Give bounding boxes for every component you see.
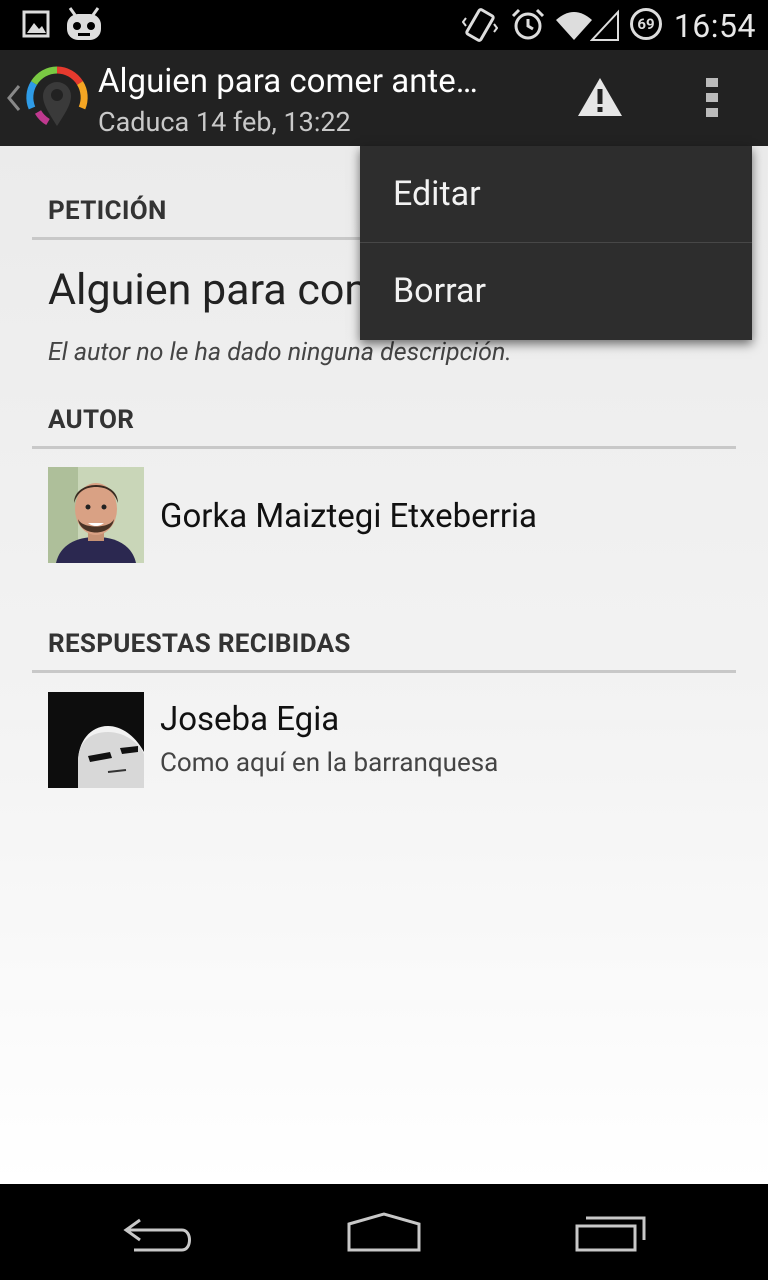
author-avatar [48,467,144,563]
image-notification-icon [22,10,50,38]
back-icon[interactable] [120,1212,200,1254]
overflow-menu-icon [706,78,718,117]
response-message: Como aquí en la barranquesa [160,748,499,778]
divider [32,670,736,673]
section-header-author: AUTOR [48,405,135,435]
alarm-icon [511,8,545,40]
app-logo-icon [26,66,88,126]
back-chevron-icon [7,85,21,111]
request-description: El autor no le ha dado ninguna descripci… [48,338,512,367]
menu-item-label: Editar [393,174,481,214]
battery-icon: 69 [630,8,662,40]
divider [32,446,736,449]
report-button[interactable] [560,50,640,146]
signal-icon [590,9,619,41]
recent-apps-icon[interactable] [572,1212,652,1254]
clock: 16:54 [673,7,756,45]
navigation-bar [0,1184,768,1280]
vibrate-icon [462,8,498,42]
up-navigation-button[interactable] [0,50,92,146]
menu-item-delete[interactable]: Borrar [360,243,752,339]
wifi-icon [556,12,592,40]
overflow-menu: Editar Borrar [360,146,752,340]
author-row[interactable]: Gorka Maiztegi Etxeberria [32,455,736,575]
action-bar: Alguien para comer ante… Caduca 14 feb, … [0,50,768,147]
overflow-menu-button[interactable] [680,50,744,146]
section-header-request: PETICIÓN [48,196,167,226]
warning-icon [578,78,622,116]
author-name: Gorka Maiztegi Etxeberria [160,497,538,536]
page-title: Alguien para comer ante… [98,62,478,101]
response-avatar [48,692,144,788]
battery-level: 69 [637,15,655,33]
list-item[interactable]: Joseba Egia Como aquí en la barranquesa [32,680,736,800]
page-subtitle: Caduca 14 feb, 13:22 [98,106,351,138]
cyanogen-mascot-icon [67,7,101,40]
menu-item-edit[interactable]: Editar [360,146,752,242]
menu-item-label: Borrar [393,271,486,311]
home-icon[interactable] [344,1210,424,1254]
response-author: Joseba Egia [160,700,340,739]
status-bar: 69 16:54 [0,0,768,50]
section-header-responses: RESPUESTAS RECIBIDAS [48,629,351,659]
